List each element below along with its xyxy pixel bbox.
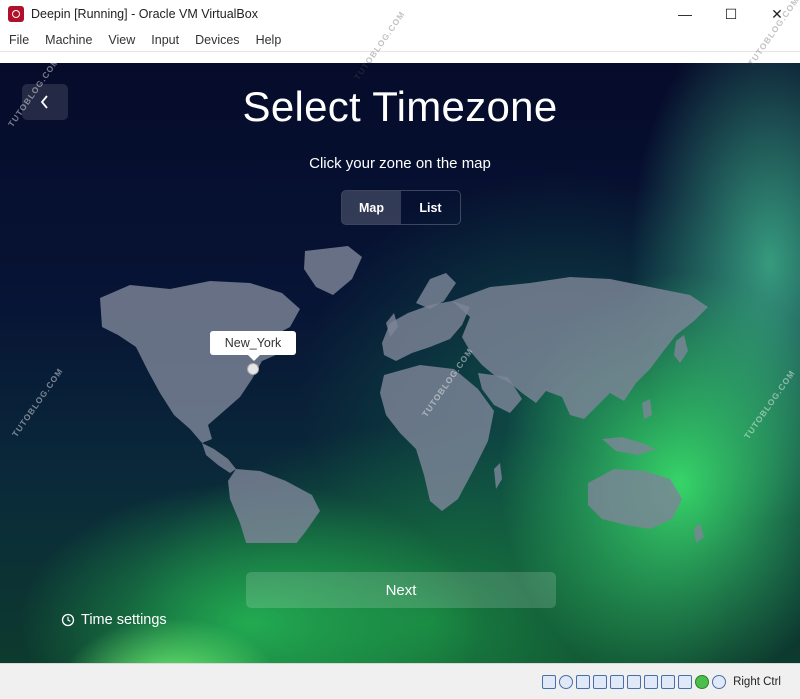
shared-folders-icon[interactable] [627, 674, 642, 689]
network-icon[interactable] [593, 674, 608, 689]
time-settings-label: Time settings [81, 612, 167, 628]
time-settings-link[interactable]: Time settings [61, 612, 167, 628]
indonesia-shape [602, 437, 656, 455]
minimize-button[interactable]: — [662, 0, 708, 28]
arrow-down-icon[interactable] [712, 674, 727, 689]
greenland-shape [304, 246, 362, 295]
virtualbox-app-icon [8, 6, 24, 22]
north-america-shape [100, 281, 300, 443]
clock-settings-icon [61, 613, 75, 627]
maximize-button[interactable]: ☐ [708, 0, 754, 28]
host-key-label: Right Ctrl [733, 675, 781, 688]
watermark-right-mid: TUTOBLOG.COM [742, 368, 798, 441]
hard-disk-icon[interactable] [542, 674, 557, 689]
audio-icon[interactable] [576, 674, 591, 689]
menu-input[interactable]: Input [151, 33, 179, 47]
guest-screen: Select Timezone Click your zone on the m… [0, 63, 800, 663]
philippines-shape [642, 399, 652, 419]
menu-file[interactable]: File [9, 33, 29, 47]
capture-icon[interactable] [678, 674, 693, 689]
timezone-tooltip: New_York [210, 331, 296, 361]
tab-list[interactable]: List [401, 191, 460, 224]
south-america-shape [228, 469, 320, 543]
menu-bar: File Machine View Input Devices Help [0, 28, 800, 52]
next-button[interactable]: Next [246, 572, 556, 608]
central-america-shape [202, 443, 236, 473]
vm-status-bar: Right Ctrl [0, 663, 800, 699]
page-title: Select Timezone [242, 83, 558, 130]
australia-shape [588, 469, 682, 529]
optical-drive-icon[interactable] [559, 674, 574, 689]
window-title: Deepin [Running] - Oracle VM VirtualBox [31, 7, 258, 21]
menu-view[interactable]: View [108, 33, 135, 47]
page-subtitle: Click your zone on the map [309, 155, 491, 172]
tab-map[interactable]: Map [342, 191, 401, 224]
mouse-integration-icon[interactable] [695, 674, 710, 689]
menu-help[interactable]: Help [256, 33, 282, 47]
watermark-left-mid: TUTOBLOG.COM [10, 366, 66, 439]
view-switcher: Map List [341, 190, 461, 225]
display-icon[interactable] [644, 674, 659, 689]
madagascar-shape [494, 463, 502, 489]
japan-shape [674, 335, 688, 363]
new-zealand-shape [694, 523, 704, 543]
world-map[interactable] [90, 243, 710, 543]
usb-icon[interactable] [610, 674, 625, 689]
menu-devices[interactable]: Devices [195, 33, 239, 47]
menu-machine[interactable]: Machine [45, 33, 92, 47]
europe-shape [382, 301, 470, 361]
timezone-marker[interactable] [247, 363, 259, 375]
recording-icon[interactable] [661, 674, 676, 689]
